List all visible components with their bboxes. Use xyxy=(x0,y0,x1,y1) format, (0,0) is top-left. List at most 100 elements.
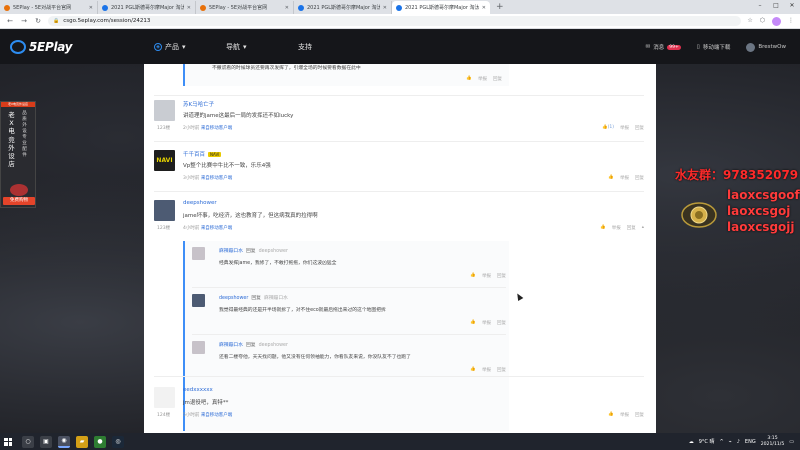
reply-target[interactable]: deepshower xyxy=(259,249,288,254)
reply-username[interactable]: 麻辣蹦口水 xyxy=(219,343,243,348)
close-icon[interactable]: ✕ xyxy=(89,5,93,11)
avatar[interactable] xyxy=(154,387,175,408)
browser-tab-3[interactable]: 2021 PGL斯德哥尔摩Major 淘汰... ✕ xyxy=(294,1,392,14)
browser-tab-2[interactable]: 5EPlay - 5E对战平台官网 ✕ xyxy=(196,1,294,14)
extensions-icon[interactable]: ⬡ xyxy=(760,17,765,26)
clock[interactable]: 3:15 2021/11/5 xyxy=(761,436,785,448)
client-source-link[interactable]: 来自移动客户端 xyxy=(201,226,233,231)
reload-icon[interactable]: ↻ xyxy=(34,17,42,25)
browser-tab-1[interactable]: 2021 PGL斯德哥尔摩Major 淘汰... ✕ xyxy=(98,1,196,14)
more-menu-icon[interactable]: ⋮ xyxy=(788,17,794,26)
reply-username[interactable]: 麻辣蹦口水 xyxy=(219,249,243,254)
file-explorer-icon[interactable]: ▰ xyxy=(76,435,88,448)
thumbs-up-icon[interactable]: 👍 xyxy=(470,320,476,326)
nav-products[interactable]: ◈ 产品 ▾ xyxy=(154,42,226,52)
avatar[interactable] xyxy=(192,294,205,307)
messages-button[interactable]: ✉ 消息 99+ xyxy=(646,43,681,51)
notification-icon[interactable]: ▭ xyxy=(789,439,794,445)
user-menu[interactable]: BrestwOw xyxy=(746,42,786,52)
promo-char: 件 xyxy=(22,153,27,158)
start-button[interactable] xyxy=(0,433,16,450)
client-source-link[interactable]: 来自移动客户端 xyxy=(201,176,233,181)
like-button[interactable]: 👍 xyxy=(600,225,606,231)
chrome-icon[interactable]: ◉ xyxy=(58,435,70,448)
reply-link[interactable]: 回复 xyxy=(635,125,644,131)
steam-icon[interactable]: ◎ xyxy=(112,435,124,448)
report-link[interactable]: 举报 xyxy=(620,175,629,181)
close-icon[interactable]: ✕ xyxy=(383,5,387,11)
minimize-icon[interactable]: – xyxy=(752,0,768,12)
report-link[interactable]: 举报 xyxy=(482,320,491,326)
reply-link[interactable]: 回复 xyxy=(635,412,644,418)
collapse-icon[interactable]: ▴ xyxy=(642,225,644,231)
comment-username[interactable]: 苏K马哈亡子 xyxy=(183,100,214,108)
avatar[interactable] xyxy=(192,341,205,354)
chevron-up-icon[interactable]: ^ xyxy=(720,439,724,445)
comment-username[interactable]: eedxxxxxx xyxy=(183,387,213,393)
weather-text[interactable]: 9°C 晴 xyxy=(699,438,715,445)
weather-icon: ☁ xyxy=(688,438,694,445)
maximize-icon[interactable]: □ xyxy=(768,0,784,12)
report-link[interactable]: 举报 xyxy=(620,125,629,131)
comment-username[interactable]: deepshower xyxy=(183,200,217,206)
thumbs-up-icon[interactable]: 👍 xyxy=(466,76,472,82)
like-button[interactable]: 👍 xyxy=(608,412,614,418)
reply-link[interactable]: 回复 xyxy=(497,273,506,279)
profile-avatar[interactable] xyxy=(772,16,781,26)
comment-username[interactable]: 千千百百 NAVI xyxy=(183,150,222,158)
close-icon[interactable]: ✕ xyxy=(285,5,289,11)
reply-link[interactable]: 回复 xyxy=(497,320,506,326)
like-button[interactable]: 👍(1) xyxy=(602,125,614,131)
shop-promo-ad[interactable]: 老X电竞外设店 老X电竞外设店 品质外设专业配件 免费购物 xyxy=(0,101,36,208)
close-icon[interactable]: ✕ xyxy=(187,5,191,11)
browser-tab-0[interactable]: 5EPlay - 5E对战平台官网 ✕ xyxy=(0,1,98,14)
reply-username[interactable]: deepshower xyxy=(219,296,248,301)
mobile-download-link[interactable]: ▯ 移动端下载 xyxy=(697,43,731,51)
avatar[interactable]: NAVI xyxy=(154,150,175,171)
task-view-icon[interactable]: ▣ xyxy=(40,435,52,448)
nav-navigation[interactable]: 导航 ▾ xyxy=(226,42,298,52)
reply-link[interactable]: 回复 xyxy=(493,76,502,82)
network-icon[interactable]: ⌁ xyxy=(729,439,732,445)
browser-tab-4[interactable]: 2021 PGL斯德哥尔摩Major 淘汰... ✕ xyxy=(392,1,490,14)
forward-icon[interactable]: → xyxy=(20,17,28,25)
site-logo[interactable]: 5EPlay xyxy=(10,40,130,54)
reply-link[interactable]: 回复 xyxy=(627,225,636,231)
client-source-link[interactable]: 来自移动客户端 xyxy=(201,126,233,131)
medal-icon xyxy=(681,202,717,228)
bookmark-star-icon[interactable]: ☆ xyxy=(747,17,752,26)
comment-text: jm退役吧，真特** xyxy=(183,400,229,406)
back-icon[interactable]: ← xyxy=(6,17,14,25)
comment-meta: 5小时前 来自移动客户端 xyxy=(183,412,232,418)
avatar[interactable] xyxy=(154,100,175,121)
report-link[interactable]: 举报 xyxy=(612,225,621,231)
nav-label: 支持 xyxy=(298,43,312,51)
report-link[interactable]: 举报 xyxy=(620,412,629,418)
volume-icon[interactable]: ♪ xyxy=(737,439,740,445)
free-shop-button[interactable]: 免费购物 xyxy=(3,197,35,205)
reply-target[interactable]: deepshower xyxy=(259,343,288,348)
report-link[interactable]: 举报 xyxy=(482,367,491,373)
nav-support[interactable]: 支持 xyxy=(298,42,370,52)
comment-floor: 123楼 xyxy=(157,226,171,231)
app-icon[interactable]: ● xyxy=(94,435,106,448)
like-button[interactable]: 👍 xyxy=(608,175,614,181)
divider xyxy=(192,287,506,288)
reply-link[interactable]: 回复 xyxy=(635,175,644,181)
new-tab-button[interactable]: + xyxy=(490,1,510,14)
close-window-icon[interactable]: ✕ xyxy=(784,0,800,12)
close-icon[interactable]: ✕ xyxy=(482,5,486,11)
reply-link[interactable]: 回复 xyxy=(497,367,506,373)
reply-target[interactable]: 麻辣蹦口水 xyxy=(264,296,288,301)
avatar[interactable] xyxy=(192,247,205,260)
overlay-line: laoxcsgoof xyxy=(727,188,800,202)
client-source-link[interactable]: 来自移动客户端 xyxy=(201,413,233,418)
report-link[interactable]: 举报 xyxy=(482,273,491,279)
language-indicator[interactable]: ENG xyxy=(745,439,756,445)
url-input[interactable]: 🔒 csgo.5eplay.com/session/24213 xyxy=(48,16,742,26)
thumbs-up-icon[interactable]: 👍 xyxy=(470,273,476,279)
report-link[interactable]: 举报 xyxy=(478,76,487,82)
avatar[interactable] xyxy=(154,200,175,221)
search-icon[interactable]: ○ xyxy=(22,435,34,448)
thumbs-up-icon[interactable]: 👍 xyxy=(470,367,476,373)
